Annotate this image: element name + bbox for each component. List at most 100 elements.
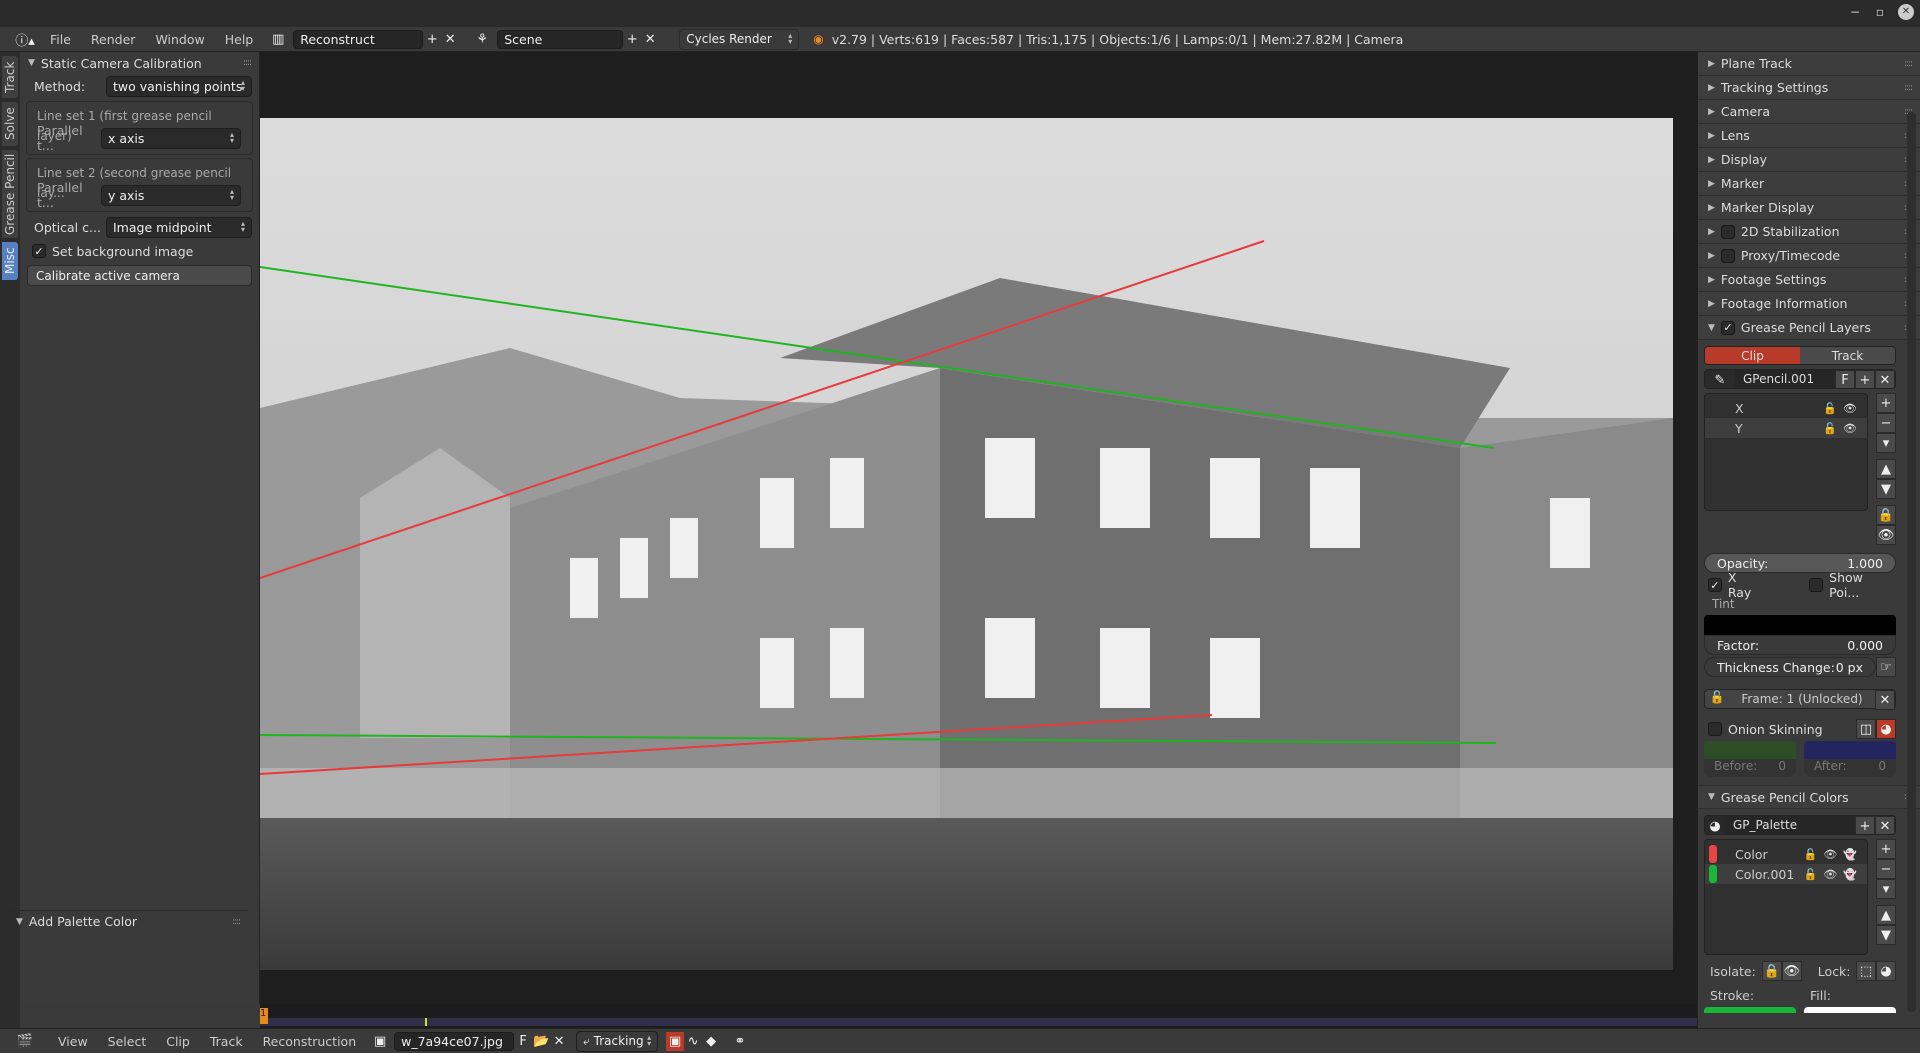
eye-icon[interactable]: 👁 <box>1843 422 1857 435</box>
calibrate-active-camera-button[interactable]: Calibrate active camera <box>27 265 252 286</box>
lock-icon[interactable]: 🔒 <box>1876 505 1896 525</box>
static-camera-calibration-header[interactable]: ▼ Static Camera Calibration:::: <box>20 52 259 74</box>
delete-frame-button[interactable]: ✕ <box>1875 690 1895 710</box>
panel-enable-checkbox[interactable] <box>1720 248 1735 263</box>
sidebar-scrollbar[interactable] <box>1907 112 1916 1012</box>
eye-icon[interactable]: 👁 <box>1876 525 1896 545</box>
remove-screen-button[interactable]: ✕ <box>441 30 459 49</box>
unlock-icon[interactable]: 🔓 <box>1804 848 1818 861</box>
drag-handle-icon[interactable]: :::: <box>1904 83 1913 93</box>
thickness-change-slider[interactable]: Thickness Change: 0 px <box>1704 657 1876 677</box>
panel-header-marker[interactable]: ▶Marker:::: <box>1698 172 1920 196</box>
add-layer-button[interactable]: + <box>1876 393 1896 413</box>
onion-camera-icon[interactable]: ◫ <box>1856 719 1876 739</box>
unlink-clip-button[interactable]: ✕ <box>550 1032 568 1051</box>
panel-header-footage-information[interactable]: ▶Footage Information:::: <box>1698 292 1920 316</box>
frame-lock-button[interactable]: Frame: 1 (Unlocked) <box>1729 690 1875 708</box>
pivot-icon[interactable]: ⚭ <box>726 1032 754 1051</box>
menu-track[interactable]: Track <box>200 1034 253 1049</box>
gpencil-name-field[interactable]: GPencil.001 <box>1735 370 1835 388</box>
menu-help[interactable]: Help <box>215 32 264 47</box>
scene-icon[interactable]: ⚘ <box>467 30 497 49</box>
fake-user-button[interactable]: F <box>1835 370 1855 388</box>
stroke-color-swatch[interactable] <box>1704 1007 1796 1013</box>
source-tab-track[interactable]: Track <box>1800 347 1895 364</box>
apply-thickness-icon[interactable]: ☞ <box>1876 657 1896 677</box>
menu-select[interactable]: Select <box>98 1034 157 1049</box>
onion-after-color[interactable] <box>1804 741 1896 759</box>
menu-window[interactable]: Window <box>145 32 214 47</box>
remove-scene-button[interactable]: ✕ <box>641 30 659 49</box>
move-layer-up-button[interactable]: ▲ <box>1876 459 1896 479</box>
unlink-gpencil-button[interactable]: ✕ <box>1875 370 1895 388</box>
panel-header-plane-track[interactable]: ▶ Plane Track:::: <box>1698 52 1920 76</box>
panel-enable-checkbox[interactable] <box>1720 224 1735 239</box>
ghost-icon[interactable]: 👻 <box>1843 868 1857 881</box>
color-specials-button[interactable]: ▾ <box>1876 879 1896 899</box>
mode-select[interactable]: ⤶ Tracking <box>576 1030 659 1052</box>
move-color-up-button[interactable]: ▲ <box>1876 905 1896 925</box>
graph-view-button[interactable]: ∿ <box>684 1032 702 1051</box>
unlock-icon[interactable]: 🔓 <box>1823 402 1837 415</box>
tab-track[interactable]: Track <box>2 56 18 98</box>
ghost-icon[interactable]: 👻 <box>1843 848 1857 861</box>
line-set-2-axis-select[interactable]: y axis <box>101 184 241 206</box>
drag-handle-icon[interactable]: :::: <box>1904 59 1913 69</box>
remove-layer-button[interactable]: − <box>1876 413 1896 433</box>
line-set-1-axis-select[interactable]: x axis <box>101 127 241 149</box>
new-gpencil-button[interactable]: + <box>1855 370 1875 388</box>
tab-grease-pencil[interactable]: Grease Pencil <box>2 150 18 238</box>
add-screen-button[interactable]: + <box>423 30 441 49</box>
tab-solve[interactable]: Solve <box>2 102 18 146</box>
source-tab-clip[interactable]: Clip <box>1705 347 1800 364</box>
current-frame-indicator[interactable]: 1 <box>260 1008 268 1024</box>
eye-icon[interactable]: 👁 <box>1823 848 1837 861</box>
render-engine-select[interactable]: Cycles Render <box>679 28 800 50</box>
unlock-icon[interactable]: 🔓 <box>1823 422 1837 435</box>
lock-select-button[interactable]: ⬚ <box>1856 961 1876 981</box>
xray-checkbox[interactable]: ✓ <box>1708 578 1722 592</box>
menu-file[interactable]: File <box>40 32 81 47</box>
move-color-down-button[interactable]: ▼ <box>1876 925 1896 945</box>
layer-specials-button[interactable]: ▾ <box>1876 433 1896 453</box>
fake-user-button[interactable]: F <box>514 1032 532 1051</box>
before-frames-field[interactable]: Before: 0 <box>1704 759 1796 777</box>
editor-type-icon[interactable]: 🎬 <box>10 1032 40 1051</box>
timeline-strip[interactable]: 1 <box>260 1004 1697 1028</box>
method-select[interactable]: two vanishing points <box>106 75 252 97</box>
set-background-checkbox[interactable]: ✓ Set background image <box>20 239 259 263</box>
isolate-eye-button[interactable]: 👁 <box>1781 961 1802 981</box>
open-clip-icon[interactable]: 📂 <box>532 1032 550 1051</box>
add-scene-button[interactable]: + <box>623 30 641 49</box>
grease-pencil-colors-header[interactable]: ▼Grease Pencil Colors:::: <box>1698 785 1920 809</box>
palette-name-field[interactable]: GP_Palette <box>1725 816 1855 834</box>
layer-row-x[interactable]: X 🔓 👁 <box>1705 398 1867 418</box>
clip-editor-viewport[interactable] <box>260 52 1697 1004</box>
close-window-button[interactable]: ✕ <box>1898 4 1914 20</box>
menu-view[interactable]: View <box>48 1034 98 1049</box>
onion-color-icon[interactable]: ◕ <box>1876 719 1896 739</box>
after-frames-field[interactable]: After: 0 <box>1804 759 1896 777</box>
clip-view-button[interactable]: ▣ <box>666 1031 685 1051</box>
drag-handle-icon[interactable]: :::: <box>232 917 241 927</box>
pencil-icon[interactable]: ✎ <box>1705 370 1735 388</box>
onion-before-color[interactable] <box>1704 741 1796 759</box>
fill-color-swatch[interactable] <box>1804 1007 1896 1013</box>
grease-pencil-layers-checkbox[interactable]: ✓ <box>1720 320 1735 335</box>
scene-field[interactable]: Scene <box>497 29 624 49</box>
drag-handle-icon[interactable]: :::: <box>243 58 252 68</box>
panel-header-footage-settings[interactable]: ▶Footage Settings:::: <box>1698 268 1920 292</box>
lock-color-button[interactable]: ◕ <box>1876 961 1896 981</box>
minimize-button[interactable]: − <box>1850 5 1860 19</box>
optical-center-select[interactable]: Image midpoint <box>106 216 252 238</box>
palette-icon[interactable]: ◕ <box>1705 816 1725 834</box>
color-row[interactable]: Color.001 🔓 👁 👻 <box>1705 864 1867 884</box>
move-layer-down-button[interactable]: ▼ <box>1876 479 1896 499</box>
clip-name-field[interactable]: w_7a94ce07.jpg <box>394 1031 515 1051</box>
panel-header-2d-stabilization[interactable]: ▶2D Stabilization:::: <box>1698 220 1920 244</box>
eye-icon[interactable]: 👁 <box>1843 402 1857 415</box>
color-row[interactable]: Color 🔓 👁 👻 <box>1705 844 1867 864</box>
onion-skinning-checkbox[interactable] <box>1708 722 1722 736</box>
panel-header-lens[interactable]: ▶Lens:::: <box>1698 124 1920 148</box>
menu-clip[interactable]: Clip <box>156 1034 200 1049</box>
